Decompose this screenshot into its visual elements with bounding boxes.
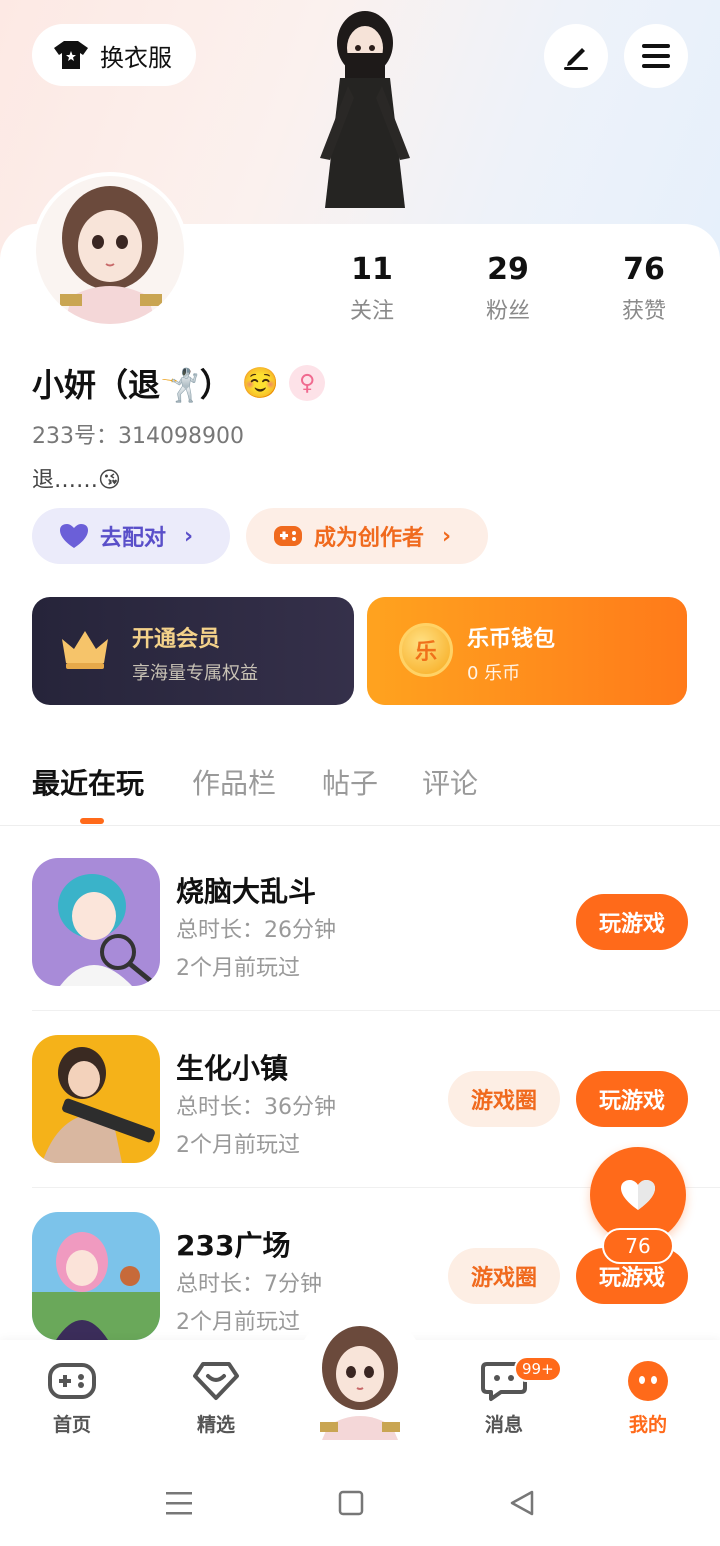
stat-likes[interactable]: 76 获赞 (584, 252, 704, 325)
recent-apps-icon[interactable] (164, 1490, 194, 1516)
face-icon (628, 1361, 668, 1401)
likes-label: 获赞 (621, 299, 666, 324)
game-icon-brain-battle (32, 858, 160, 986)
avatar-portrait (320, 1326, 400, 1440)
nav-item-me[interactable]: 我的 (598, 1360, 698, 1437)
pencil-icon (564, 48, 588, 70)
game-icon-233-plaza (32, 1212, 160, 1340)
system-navigation-bar (0, 1450, 720, 1546)
tab-works[interactable]: 作品栏 (192, 762, 276, 802)
divider (32, 1010, 720, 1011)
followers-count: 29 (487, 252, 529, 287)
vip-membership-card[interactable]: 开通会员 享海量专属权益 (32, 597, 354, 705)
heart-icon (60, 524, 88, 548)
tab-comments[interactable]: 评论 (422, 762, 478, 802)
game-circle-button[interactable]: 游戏圈 (448, 1248, 560, 1304)
chevron-right-icon: › (184, 523, 194, 549)
heart-icon (621, 1180, 655, 1210)
game-last-played: 2个月前玩过 (176, 1310, 300, 1335)
tab-divider (0, 825, 720, 826)
user-bio: 退……😘 (32, 468, 121, 493)
user-avatar[interactable] (32, 172, 188, 328)
like-count-badge: 76 (602, 1228, 674, 1264)
play-game-button[interactable]: 玩游戏 (576, 894, 688, 950)
game-name: 烧脑大乱斗 (176, 875, 317, 908)
following-label: 关注 (349, 299, 394, 324)
play-game-button[interactable]: 玩游戏 (576, 1071, 688, 1127)
name-row: 小妍（退🤺） ☺️ ♀ (32, 360, 326, 406)
game-icon-biochemical-town (32, 1035, 160, 1163)
game-duration: 总时长：26分钟 (176, 918, 336, 943)
change-outfit-button[interactable]: 换衣服 (32, 24, 196, 86)
stat-followers[interactable]: 29 粉丝 (448, 252, 568, 325)
avatar-portrait (36, 176, 184, 324)
tshirt-icon (54, 41, 88, 69)
character-avatar-figure[interactable] (290, 8, 440, 223)
nav-label-messages: 消息 (484, 1414, 523, 1436)
nav-item-home[interactable]: 首页 (22, 1360, 122, 1437)
likes-count: 76 (623, 252, 665, 287)
crown-icon (62, 631, 108, 669)
gamepad-icon (48, 1363, 96, 1399)
nav-label-me: 我的 (628, 1414, 667, 1436)
active-tab-indicator (80, 818, 104, 824)
game-duration: 总时长：7分钟 (176, 1272, 322, 1297)
followers-label: 粉丝 (485, 299, 530, 324)
vip-title: 开通会员 (132, 627, 221, 652)
chevron-right-icon: › (442, 523, 452, 549)
back-triangle-icon[interactable] (508, 1490, 536, 1516)
tab-recently-played[interactable]: 最近在玩 (32, 762, 144, 802)
gamepad-icon (274, 526, 302, 546)
game-name: 233广场 (176, 1229, 291, 1262)
coin-icon: 乐 (399, 623, 453, 677)
mood-emoji[interactable]: ☺️ (242, 366, 279, 401)
game-duration: 总时长：36分钟 (176, 1095, 336, 1120)
gender-female-icon: ♀ (289, 365, 326, 401)
following-count: 11 (351, 252, 393, 287)
match-button[interactable]: 去配对 › (32, 508, 230, 564)
nav-item-featured[interactable]: 精选 (166, 1360, 266, 1437)
user-id[interactable]: 233号：314098900 (32, 418, 244, 450)
menu-button[interactable] (624, 24, 688, 88)
wallet-balance: 0 乐币 (467, 663, 521, 684)
list-item[interactable]: 烧脑大乱斗 总时长：26分钟 2个月前玩过 玩游戏 (0, 858, 720, 1034)
hamburger-menu-icon (642, 44, 670, 68)
tab-posts[interactable]: 帖子 (322, 762, 378, 802)
become-creator-button[interactable]: 成为创作者 › (246, 508, 488, 564)
stat-following[interactable]: 11 关注 (312, 252, 432, 325)
unread-messages-badge: 99+ (514, 1356, 562, 1382)
wallet-title: 乐币钱包 (467, 627, 556, 652)
nav-label-featured: 精选 (196, 1414, 235, 1436)
game-last-played: 2个月前玩过 (176, 956, 300, 981)
game-circle-button[interactable]: 游戏圈 (448, 1071, 560, 1127)
match-label: 去配对 (100, 526, 167, 551)
heart-diamond-icon (193, 1362, 239, 1400)
vip-subtitle: 享海量专属权益 (132, 663, 258, 684)
coin-wallet-card[interactable]: 乐 乐币钱包 0 乐币 (367, 597, 687, 705)
nav-label-home: 首页 (52, 1414, 91, 1436)
become-creator-label: 成为创作者 (314, 526, 425, 551)
game-last-played: 2个月前玩过 (176, 1133, 300, 1158)
user-name: 小妍（退🤺） (32, 366, 232, 404)
edit-profile-button[interactable] (544, 24, 608, 88)
nav-center-avatar[interactable] (304, 1322, 416, 1440)
game-name: 生化小镇 (176, 1052, 289, 1085)
home-square-icon[interactable] (338, 1490, 364, 1516)
change-outfit-label: 换衣服 (100, 43, 172, 72)
